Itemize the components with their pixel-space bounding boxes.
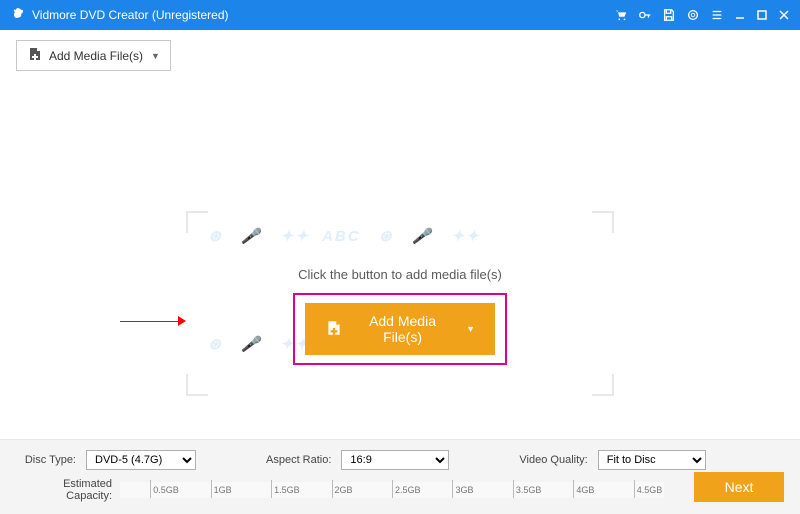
add-media-button[interactable]: Add Media File(s) ▼ (16, 40, 171, 71)
chevron-down-icon: ▼ (466, 324, 475, 334)
instruction-text: Click the button to add media file(s) (186, 267, 614, 282)
minimize-icon[interactable] (734, 9, 746, 21)
capacity-tick: 1GB (211, 480, 232, 498)
aspect-ratio-select[interactable]: 16:9 (341, 450, 449, 470)
capacity-tick: 2.5GB (392, 480, 421, 498)
bottombar: Disc Type: DVD-5 (4.7G) Aspect Ratio: 16… (0, 439, 800, 514)
capacity-tick: 1.5GB (271, 480, 300, 498)
capacity-tick: 3.5GB (513, 480, 542, 498)
toolbar: Add Media File(s) ▼ (0, 30, 800, 81)
next-button[interactable]: Next (694, 472, 784, 502)
capacity-tick: 4GB (573, 480, 594, 498)
window-title: Vidmore DVD Creator (Unregistered) (32, 8, 614, 22)
maximize-icon[interactable] (756, 9, 768, 21)
capacity-tick: 0.5GB (150, 480, 179, 498)
cart-icon[interactable] (614, 8, 628, 22)
capacity-scale: 0.5GB 1GB 1.5GB 2GB 2.5GB 3GB 3.5GB 4GB 4.5GB (120, 482, 664, 498)
capacity-tick: 2GB (332, 480, 353, 498)
titlebar: Vidmore DVD Creator (Unregistered) (0, 0, 800, 30)
disc-type-select[interactable]: DVD-5 (4.7G) (86, 450, 196, 470)
help-icon[interactable] (686, 8, 700, 22)
chevron-down-icon: ▼ (151, 51, 160, 61)
add-media-center-button[interactable]: Add Media File(s) ▼ (305, 303, 495, 355)
app-logo-icon (10, 7, 26, 23)
video-quality-label: Video Quality: (519, 454, 587, 466)
video-quality-select[interactable]: Fit to Disc (598, 450, 706, 470)
disc-type-label: Disc Type: (16, 454, 76, 466)
main-area: ⊛ 🎤 ✦✦ ABC ⊛ 🎤 ✦✦ ⊛ 🎤 ✦✦ ABC ⊛ 🎤 ✦✦ Clic… (0, 81, 800, 461)
add-file-icon (325, 319, 343, 340)
menu-icon[interactable] (710, 8, 724, 22)
key-icon[interactable] (638, 8, 652, 22)
highlight-annotation: Add Media File(s) ▼ (293, 293, 507, 365)
arrow-annotation (120, 316, 186, 326)
estimated-capacity-label: Estimated Capacity: (16, 478, 112, 502)
aspect-ratio-label: Aspect Ratio: (266, 454, 331, 466)
close-icon[interactable] (778, 9, 790, 21)
capacity-tick: 3GB (452, 480, 473, 498)
dropzone: ⊛ 🎤 ✦✦ ABC ⊛ 🎤 ✦✦ ⊛ 🎤 ✦✦ ABC ⊛ 🎤 ✦✦ Clic… (186, 211, 614, 396)
save-icon[interactable] (662, 8, 676, 22)
add-media-label: Add Media File(s) (49, 49, 143, 63)
add-media-center-label: Add Media File(s) (353, 313, 452, 345)
add-file-icon (27, 46, 43, 65)
capacity-tick: 4.5GB (634, 480, 663, 498)
